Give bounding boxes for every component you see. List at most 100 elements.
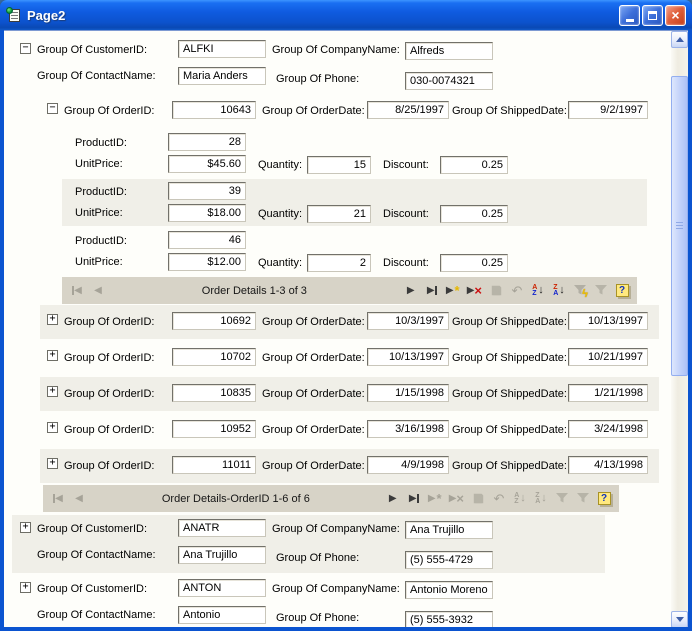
quantity-input[interactable] xyxy=(307,205,371,223)
save-floppy-icon xyxy=(472,493,485,504)
order-date-input[interactable] xyxy=(367,101,449,119)
collapse-customer-button[interactable]: − xyxy=(20,43,31,54)
phone-input[interactable] xyxy=(405,611,493,627)
filter-funnel-icon xyxy=(556,493,569,504)
customer-group-alfki: − Group Of CustomerID: Group Of CompanyN… xyxy=(4,31,671,95)
customer-id-label: Group Of CustomerID: xyxy=(37,44,147,56)
undo-arrow-icon: ↶ xyxy=(512,284,523,297)
help-button[interactable]: ? xyxy=(615,282,629,300)
company-name-input[interactable] xyxy=(405,581,493,599)
shipped-date-input[interactable] xyxy=(568,348,648,366)
scroll-down-button[interactable] xyxy=(671,611,688,627)
new-record-button[interactable]: ▶* xyxy=(446,282,460,300)
expand-customer-button[interactable]: + xyxy=(20,582,31,593)
discount-input[interactable] xyxy=(440,156,508,174)
delete-record-button[interactable]: ▶× xyxy=(449,490,464,508)
shipped-date-input[interactable] xyxy=(568,312,648,330)
sort-ascending-button[interactable]: AZ ↓ xyxy=(513,490,527,508)
customer-id-input[interactable] xyxy=(178,40,266,58)
filter-funnel-icon xyxy=(577,493,590,504)
shipped-date-input[interactable] xyxy=(568,101,648,119)
phone-input[interactable] xyxy=(405,551,493,569)
order-date-label: Group Of OrderDate: xyxy=(262,388,365,400)
delete-x-icon: × xyxy=(456,492,464,505)
maximize-button[interactable] xyxy=(642,5,663,26)
discount-input[interactable] xyxy=(440,254,508,272)
next-record-button[interactable]: ▶ xyxy=(386,490,400,508)
shipped-date-input[interactable] xyxy=(568,384,648,402)
help-button[interactable]: ? xyxy=(597,490,611,508)
record-count-label: Order Details 1-3 of 3 xyxy=(112,285,397,297)
order-id-input[interactable] xyxy=(172,384,256,402)
previous-record-button[interactable]: ◀ xyxy=(91,282,105,300)
contact-name-input[interactable] xyxy=(178,67,266,85)
collapse-order-button[interactable]: − xyxy=(47,103,58,114)
phone-input[interactable] xyxy=(405,72,493,90)
expand-order-button[interactable]: + xyxy=(47,386,58,397)
company-name-input[interactable] xyxy=(405,42,493,60)
order-id-input[interactable] xyxy=(172,312,256,330)
undo-button[interactable]: ↶ xyxy=(492,490,506,508)
order-id-input[interactable] xyxy=(172,348,256,366)
save-record-button[interactable] xyxy=(489,282,503,300)
unit-price-input[interactable] xyxy=(168,253,246,271)
next-record-button[interactable]: ▶ xyxy=(404,282,418,300)
order-id-input[interactable] xyxy=(172,420,256,438)
expand-order-button[interactable]: + xyxy=(47,422,58,433)
order-date-input[interactable] xyxy=(367,348,449,366)
minimize-button[interactable] xyxy=(619,5,640,26)
company-name-input[interactable] xyxy=(405,521,493,539)
quantity-input[interactable] xyxy=(307,254,371,272)
last-record-button[interactable]: ▶ xyxy=(425,282,439,300)
contact-name-input[interactable] xyxy=(178,546,266,564)
shipped-date-input[interactable] xyxy=(568,420,648,438)
order-id-label: Group Of OrderID: xyxy=(64,388,154,400)
shipped-date-label: Group Of ShippedDate: xyxy=(452,388,567,400)
first-record-button[interactable]: ◀ xyxy=(51,490,65,508)
new-record-button[interactable]: ▶* xyxy=(428,490,442,508)
quantity-input[interactable] xyxy=(307,156,371,174)
product-id-input[interactable] xyxy=(168,231,246,249)
close-button[interactable]: × xyxy=(665,5,686,26)
company-name-label: Group Of CompanyName: xyxy=(272,523,400,535)
customer-id-input[interactable] xyxy=(178,579,266,597)
unit-price-label: UnitPrice: xyxy=(75,207,123,219)
order-date-input[interactable] xyxy=(367,312,449,330)
delete-record-button[interactable]: ▶× xyxy=(467,282,482,300)
last-record-button[interactable]: ▶ xyxy=(407,490,421,508)
product-id-input[interactable] xyxy=(168,182,246,200)
first-record-button[interactable]: ◀ xyxy=(70,282,84,300)
order-id-input[interactable] xyxy=(172,101,256,119)
lightning-icon: ϟ xyxy=(582,289,588,300)
filter-toggle-button[interactable] xyxy=(594,282,608,300)
sort-descending-button[interactable]: ZA ↓ xyxy=(534,490,548,508)
order-date-input[interactable] xyxy=(367,420,449,438)
product-id-input[interactable] xyxy=(168,133,246,151)
sort-descending-button[interactable]: ZA ↓ xyxy=(552,282,566,300)
scroll-up-button[interactable] xyxy=(671,31,688,48)
scrollbar-thumb[interactable] xyxy=(671,76,688,376)
sort-ascending-button[interactable]: AZ ↓ xyxy=(531,282,545,300)
expand-order-button[interactable]: + xyxy=(47,458,58,469)
unit-price-input[interactable] xyxy=(168,204,246,222)
vertical-scrollbar[interactable] xyxy=(671,31,688,627)
discount-input[interactable] xyxy=(440,205,508,223)
order-date-input[interactable] xyxy=(367,384,449,402)
expand-order-button[interactable]: + xyxy=(47,314,58,325)
contact-name-input[interactable] xyxy=(178,606,266,624)
sort-za-icon: ZA xyxy=(553,285,558,297)
save-record-button[interactable] xyxy=(471,490,485,508)
previous-record-button[interactable]: ◀ xyxy=(72,490,86,508)
shipped-date-input[interactable] xyxy=(568,456,648,474)
undo-button[interactable]: ↶ xyxy=(510,282,524,300)
customer-id-label: Group Of CustomerID: xyxy=(37,523,147,535)
expand-customer-button[interactable]: + xyxy=(20,522,31,533)
order-date-input[interactable] xyxy=(367,456,449,474)
filter-by-selection-button[interactable]: ϟ xyxy=(573,282,587,300)
filter-by-selection-button[interactable] xyxy=(555,490,569,508)
customer-id-input[interactable] xyxy=(178,519,266,537)
order-id-input[interactable] xyxy=(172,456,256,474)
expand-order-button[interactable]: + xyxy=(47,350,58,361)
filter-toggle-button[interactable] xyxy=(576,490,590,508)
unit-price-input[interactable] xyxy=(168,155,246,173)
